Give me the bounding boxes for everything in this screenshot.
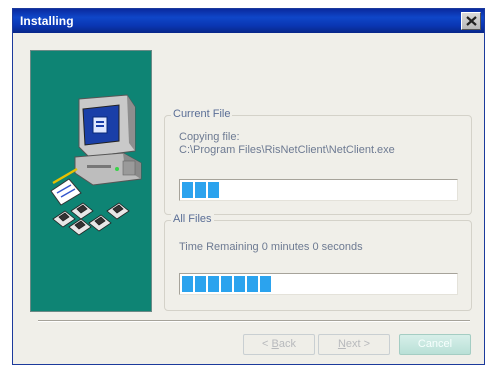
back-accel-key: B <box>271 338 279 350</box>
current-file-legend: Current File <box>171 108 233 120</box>
next-button[interactable]: Next > <box>318 334 390 355</box>
current-file-progress-fill <box>182 182 219 198</box>
all-files-group: All Files Time Remaining 0 minutes 0 sec… <box>164 213 472 311</box>
close-button[interactable] <box>461 12 481 30</box>
button-separator <box>38 320 470 322</box>
next-accel-key: N <box>337 338 346 350</box>
setup-illustration-panel <box>30 50 152 312</box>
cancel-button[interactable]: Cancel <box>399 334 471 355</box>
back-prefix: < <box>262 338 272 350</box>
title-bar[interactable]: Installing <box>13 9 484 33</box>
floppy-disks <box>52 202 130 236</box>
current-file-progress-bar <box>179 179 458 201</box>
copying-file-label: Copying file: <box>179 131 240 143</box>
time-remaining-label: Time Remaining 0 minutes 0 seconds <box>179 241 363 253</box>
back-button[interactable]: < Back <box>243 334 315 355</box>
back-suffix: ack <box>278 338 296 350</box>
window-title: Installing <box>20 14 74 28</box>
all-files-progress-bar <box>179 273 458 295</box>
next-suffix: ext > <box>345 338 371 350</box>
computer-install-illustration <box>50 94 142 236</box>
installer-window: Installing Current File Copying file: C:… <box>12 8 485 365</box>
current-file-group: Current File Copying file: C:\Program Fi… <box>164 108 472 215</box>
all-files-legend: All Files <box>171 213 214 225</box>
all-files-progress-fill <box>182 276 271 292</box>
current-file-path: C:\Program Files\RisNetClient\NetClient.… <box>179 144 395 156</box>
close-icon <box>466 16 477 26</box>
